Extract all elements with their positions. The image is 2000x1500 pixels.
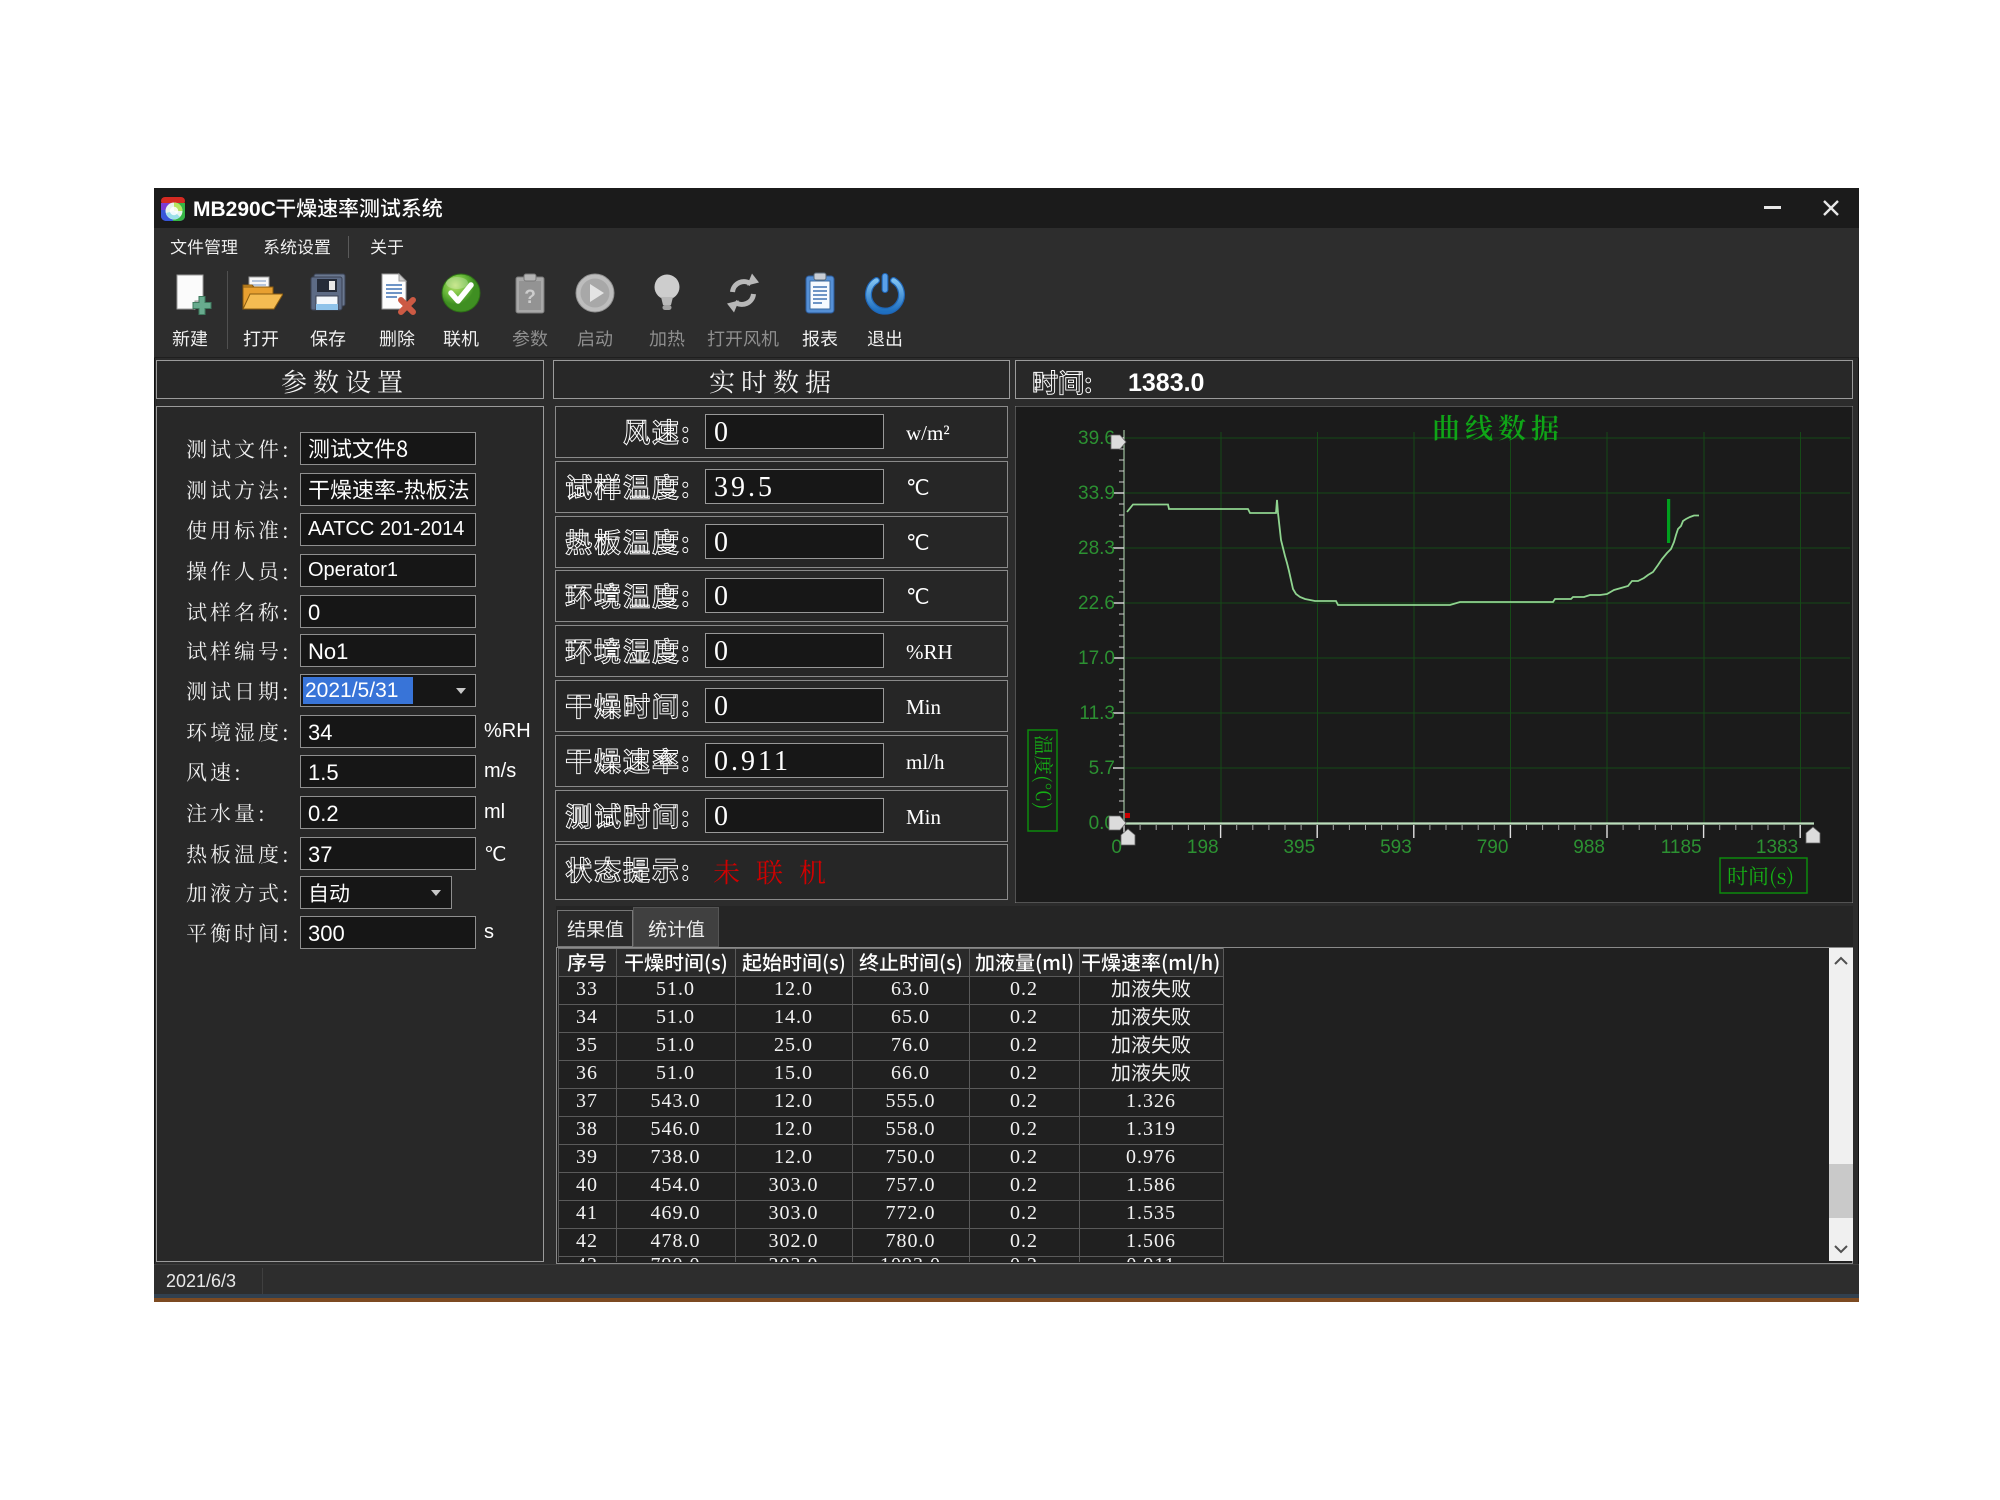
svg-text:0: 0 — [1111, 837, 1122, 858]
svg-text:395: 395 — [1283, 837, 1315, 858]
svg-text:790: 790 — [1477, 837, 1509, 858]
svg-text:?: ? — [524, 287, 536, 308]
svg-text:198: 198 — [1187, 837, 1219, 858]
svg-text:33.9: 33.9 — [1078, 483, 1115, 504]
svg-text:28.3: 28.3 — [1078, 538, 1115, 559]
svg-text:593: 593 — [1380, 837, 1412, 858]
svg-text:1383: 1383 — [1756, 837, 1798, 858]
svg-text:11.3: 11.3 — [1079, 703, 1115, 724]
svg-text:17.0: 17.0 — [1078, 648, 1115, 669]
svg-text:22.6: 22.6 — [1078, 593, 1115, 614]
svg-text:1185: 1185 — [1661, 837, 1702, 858]
svg-text:39.6: 39.6 — [1078, 428, 1115, 449]
svg-text:988: 988 — [1573, 837, 1605, 858]
svg-text:5.7: 5.7 — [1089, 758, 1115, 779]
